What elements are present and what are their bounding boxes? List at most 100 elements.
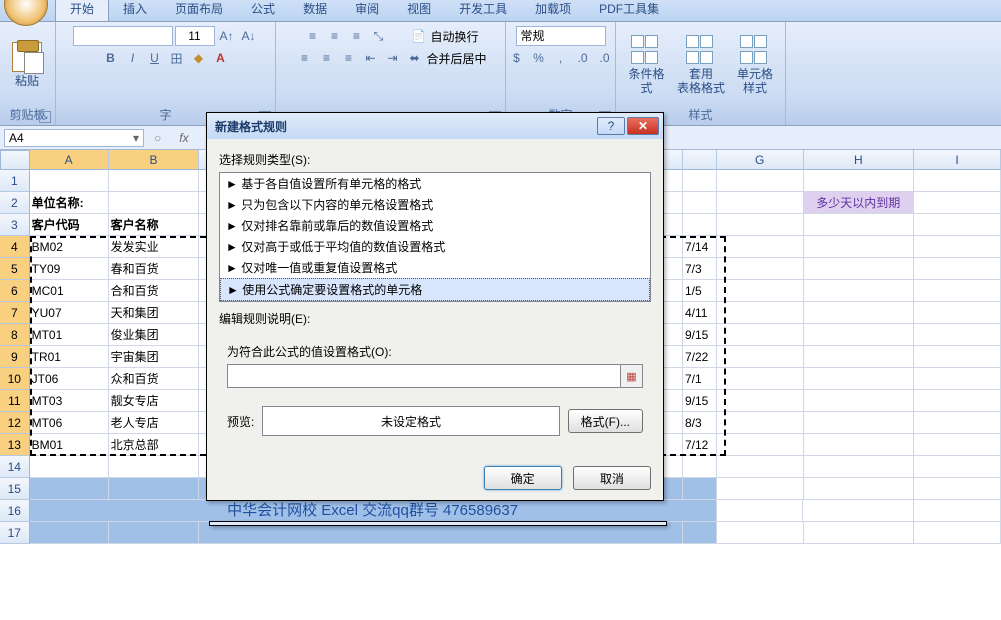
cell[interactable] <box>804 170 915 192</box>
cell[interactable] <box>683 192 717 214</box>
cell[interactable] <box>717 236 804 258</box>
underline-button[interactable]: U <box>145 48 165 68</box>
cell[interactable]: 7/12 <box>683 434 717 456</box>
cell[interactable] <box>804 346 915 368</box>
cell[interactable] <box>914 390 1001 412</box>
cell[interactable] <box>804 302 915 324</box>
cell[interactable]: 9/15 <box>683 390 717 412</box>
cell[interactable] <box>717 280 804 302</box>
decrease-decimal-button[interactable]: .0 <box>595 48 615 68</box>
clipboard-launcher[interactable]: ↘ <box>39 111 51 123</box>
cell[interactable] <box>914 368 1001 390</box>
cell[interactable] <box>683 522 717 544</box>
increase-font-button[interactable]: A↑ <box>217 26 237 46</box>
cell[interactable] <box>109 192 200 214</box>
cell[interactable] <box>683 170 717 192</box>
cell[interactable] <box>30 522 109 544</box>
cell[interactable] <box>914 258 1001 280</box>
cell[interactable]: 7/1 <box>683 368 717 390</box>
currency-button[interactable]: $ <box>507 48 527 68</box>
cell[interactable] <box>717 412 804 434</box>
row-header[interactable]: 3 <box>0 214 30 236</box>
cell[interactable]: TR01 <box>30 346 109 368</box>
cell[interactable] <box>914 412 1001 434</box>
cell[interactable] <box>717 522 804 544</box>
align-right-button[interactable]: ≡ <box>338 48 358 68</box>
rule-type-option[interactable]: ► 使用公式确定要设置格式的单元格 <box>220 278 650 301</box>
ribbon-tab-7[interactable]: 开发工具 <box>445 0 521 21</box>
cell[interactable] <box>914 302 1001 324</box>
cell[interactable] <box>109 522 200 544</box>
cell[interactable] <box>804 478 915 500</box>
cell[interactable] <box>914 236 1001 258</box>
cell[interactable] <box>30 170 109 192</box>
cell[interactable] <box>717 302 804 324</box>
cell[interactable]: BM01 <box>30 434 109 456</box>
cell[interactable]: 宇宙集团 <box>109 346 200 368</box>
rule-type-option[interactable]: ► 仅对唯一值或重复值设置格式 <box>220 257 650 278</box>
cell[interactable] <box>109 478 200 500</box>
cell[interactable] <box>683 456 717 478</box>
increase-decimal-button[interactable]: .0 <box>573 48 593 68</box>
cell[interactable]: 北京总部 <box>109 434 200 456</box>
cancel-button[interactable]: 取消 <box>573 466 651 490</box>
decrease-font-button[interactable]: A↓ <box>239 26 259 46</box>
comma-button[interactable]: , <box>551 48 571 68</box>
cell[interactable] <box>717 192 804 214</box>
cell[interactable] <box>803 500 914 522</box>
rule-type-option[interactable]: ► 只为包含以下内容的单元格设置格式 <box>220 194 650 215</box>
column-header[interactable]: G <box>717 150 804 170</box>
cell[interactable] <box>30 478 109 500</box>
cell[interactable] <box>804 280 915 302</box>
ribbon-tab-0[interactable]: 开始 <box>55 0 109 21</box>
cancel-icon[interactable]: ○ <box>154 131 161 145</box>
row-header[interactable]: 9 <box>0 346 30 368</box>
row-header[interactable]: 5 <box>0 258 30 280</box>
cell[interactable]: BM02 <box>30 236 109 258</box>
ribbon-tab-6[interactable]: 视图 <box>393 0 445 21</box>
ribbon-tab-5[interactable]: 审阅 <box>341 0 393 21</box>
cell[interactable]: 8/3 <box>683 412 717 434</box>
dialog-help-button[interactable]: ? <box>597 117 625 135</box>
cell[interactable] <box>914 192 1001 214</box>
cell[interactable] <box>717 368 804 390</box>
cell[interactable] <box>804 390 915 412</box>
cell[interactable]: 多少天以内到期 <box>804 192 915 214</box>
rule-type-option[interactable]: ► 仅对排名靠前或靠后的数值设置格式 <box>220 215 650 236</box>
cell[interactable] <box>914 456 1001 478</box>
cell[interactable]: 客户名称 <box>109 214 200 236</box>
align-top-button[interactable]: ≡ <box>302 26 322 46</box>
merge-center-button[interactable]: ⬌ <box>404 48 424 68</box>
cell[interactable]: 合和百货 <box>109 280 200 302</box>
cell[interactable] <box>914 522 1001 544</box>
cell[interactable] <box>717 170 804 192</box>
font-family-select[interactable] <box>73 26 173 46</box>
cell[interactable] <box>914 214 1001 236</box>
row-header[interactable]: 17 <box>0 522 30 544</box>
cell[interactable]: MT06 <box>30 412 109 434</box>
cell[interactable]: 7/3 <box>683 258 717 280</box>
cell[interactable]: 天和集团 <box>109 302 200 324</box>
row-header[interactable]: 13 <box>0 434 30 456</box>
row-header[interactable]: 8 <box>0 324 30 346</box>
cell[interactable] <box>914 434 1001 456</box>
cell[interactable] <box>717 258 804 280</box>
cell[interactable] <box>30 456 109 478</box>
cell[interactable]: 9/15 <box>683 324 717 346</box>
ribbon-tab-2[interactable]: 页面布局 <box>161 0 237 21</box>
column-header[interactable]: B <box>109 150 200 170</box>
cell[interactable]: MT01 <box>30 324 109 346</box>
fx-icon[interactable]: fx <box>179 131 188 145</box>
cell[interactable] <box>717 214 804 236</box>
cell[interactable] <box>717 346 804 368</box>
select-all-corner[interactable] <box>0 150 30 170</box>
formula-input[interactable] <box>228 365 620 387</box>
ok-button[interactable]: 确定 <box>484 466 562 490</box>
cell[interactable]: 靓女专店 <box>109 390 200 412</box>
align-center-button[interactable]: ≡ <box>316 48 336 68</box>
cell[interactable]: 众和百货 <box>109 368 200 390</box>
column-header[interactable] <box>683 150 717 170</box>
refedit-button[interactable] <box>620 365 642 387</box>
cell[interactable] <box>804 236 915 258</box>
cell[interactable]: TY09 <box>30 258 109 280</box>
